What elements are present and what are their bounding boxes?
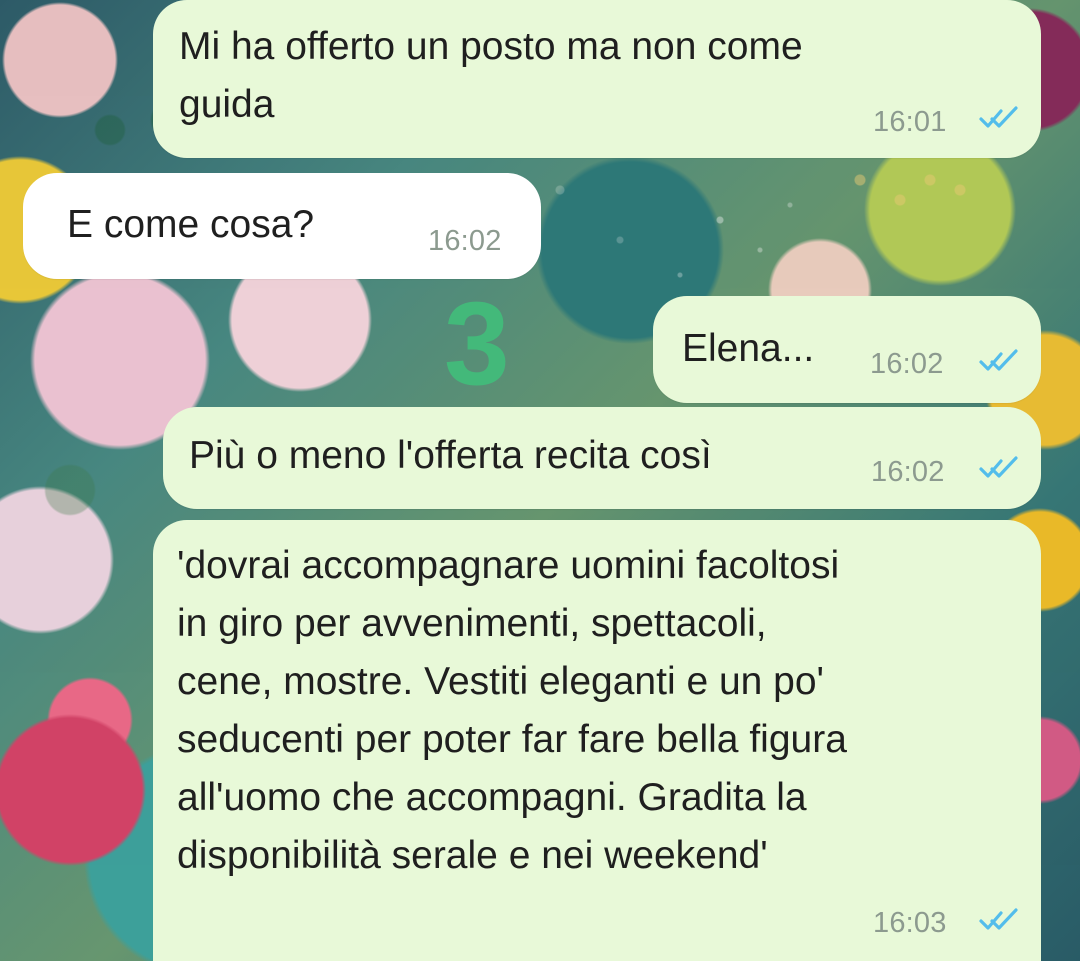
message-time: 16:02 <box>428 225 502 257</box>
message-time: 16:01 <box>873 106 947 138</box>
green-number-overlay: 3 <box>436 276 556 396</box>
double-check-icon <box>977 906 1021 934</box>
message-bubble[interactable]: Più o meno l'offerta recita così 16:02 <box>163 407 1041 509</box>
message-time: 16:02 <box>871 456 945 488</box>
double-check-icon <box>977 454 1021 482</box>
message-text: E come cosa? <box>67 203 315 246</box>
message-bubble[interactable]: Elena... 16:02 <box>653 296 1041 403</box>
message-text: Elena... <box>682 327 815 370</box>
message-bubble[interactable]: E come cosa? 16:02 <box>23 173 541 279</box>
double-check-icon <box>977 104 1021 132</box>
message-bubble[interactable]: 'dovrai accompagnare uomini facoltosi in… <box>153 520 1041 961</box>
message-time: 16:03 <box>873 907 947 939</box>
overlay-number: 3 <box>444 278 510 396</box>
double-check-icon <box>977 347 1021 375</box>
message-bubble[interactable]: Mi ha offerto un posto ma non come guida… <box>153 0 1041 158</box>
message-text: Più o meno l'offerta recita così <box>189 434 712 477</box>
message-time: 16:02 <box>870 348 944 380</box>
message-text: 'dovrai accompagnare uomini facoltosi in… <box>177 544 847 877</box>
